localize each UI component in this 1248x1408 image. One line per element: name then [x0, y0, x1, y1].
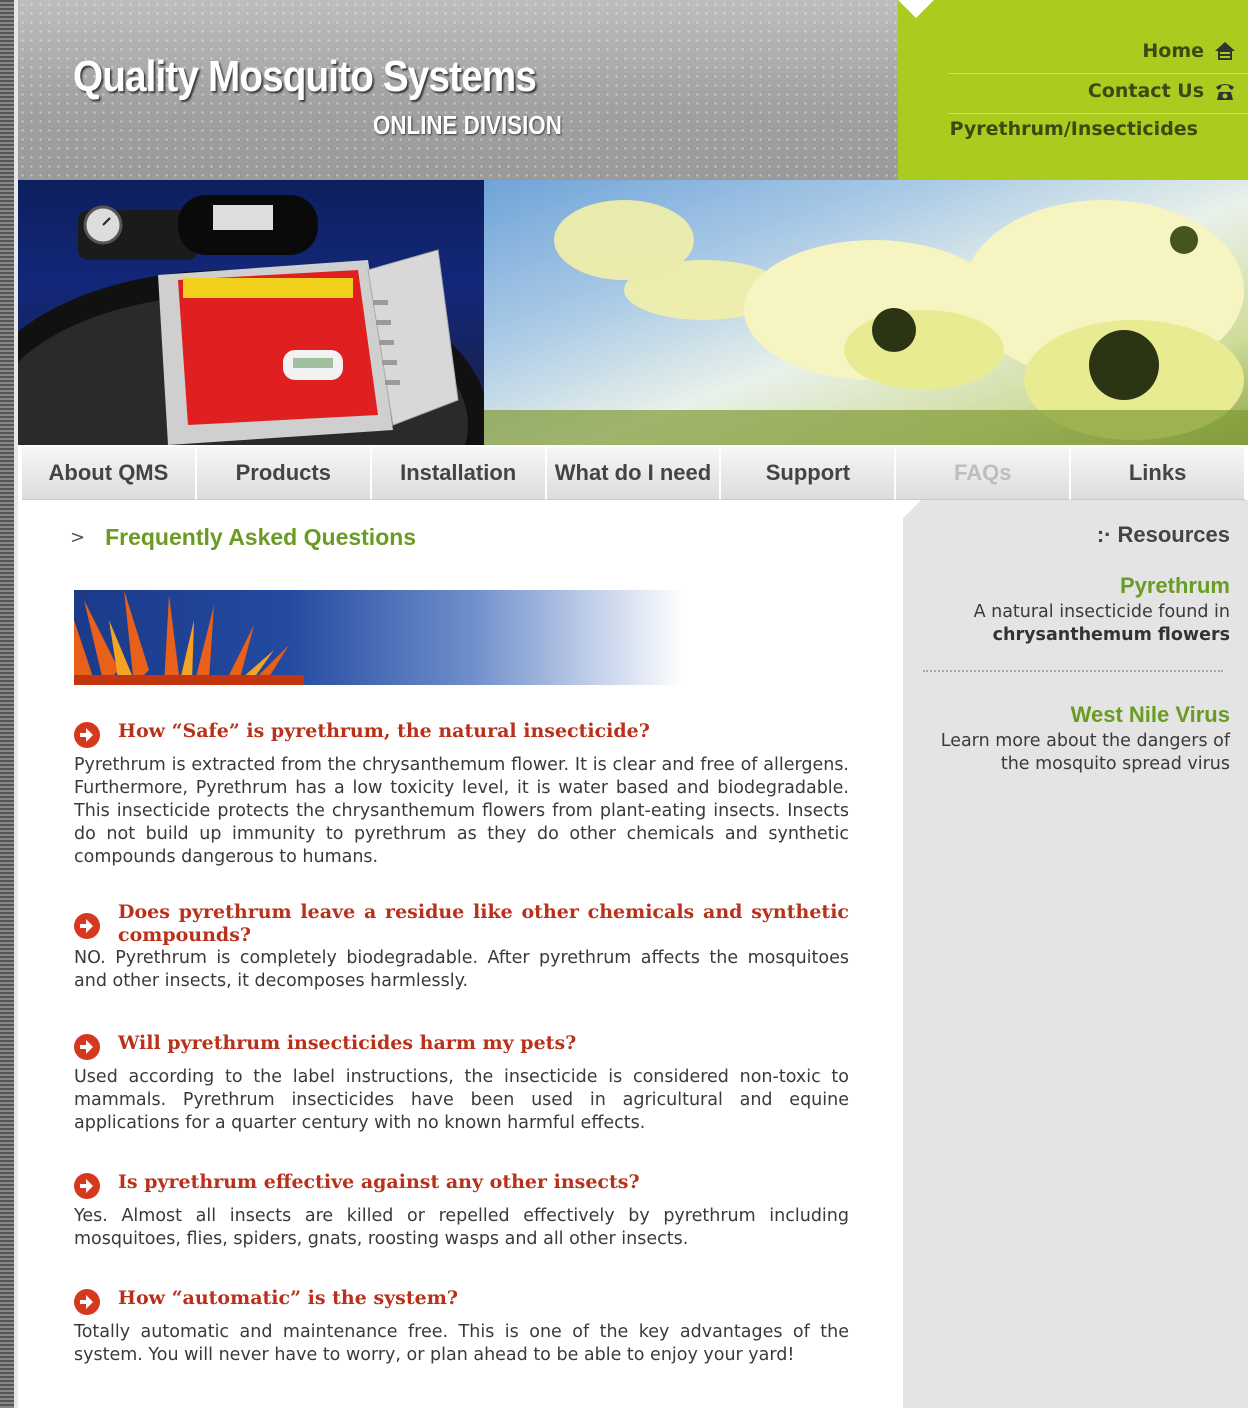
faq-question-text: Is pyrethrum effective against any other…	[118, 1171, 640, 1193]
link-divider	[948, 113, 1248, 114]
faq-question: How “automatic” is the system?	[74, 1287, 849, 1315]
faq-answer: Totally automatic and maintenance free. …	[74, 1322, 849, 1365]
arrow-circle-icon	[74, 1289, 100, 1315]
resource-divider	[923, 670, 1223, 672]
faq-answer: Pyrethrum is extracted from the chrysant…	[74, 755, 849, 867]
nav-about-qms[interactable]: About QMS	[22, 447, 197, 500]
contact-link-label: Contact Us	[1087, 80, 1204, 102]
faq-answer: Used according to the label instructions…	[74, 1067, 849, 1133]
nav-products[interactable]: Products	[196, 447, 372, 500]
mosquito-pro-unit-image	[18, 180, 484, 445]
arrow-circle-icon	[74, 1173, 100, 1199]
chrysanthemum-flowers-image	[484, 180, 1248, 445]
faq-question: Is pyrethrum effective against any other…	[74, 1171, 849, 1199]
faq-question: Does pyrethrum leave a residue like othe…	[74, 901, 849, 947]
faq-question: How “Safe” is pyrethrum, the natural ins…	[74, 720, 849, 748]
current-page-label: Pyrethrum/Insecticides	[949, 118, 1198, 140]
main-navigation: About QMS Products Installation What do …	[22, 447, 1247, 500]
bullet-dots-icon: :·	[1096, 522, 1112, 547]
site-header: Quality Mosquito Systems ONLINE DIVISION…	[18, 0, 1248, 180]
faq-item: How “Safe” is pyrethrum, the natural ins…	[74, 720, 849, 869]
resource-link-pyrethrum[interactable]: Pyrethrum	[1120, 573, 1230, 599]
section-heading: > Frequently Asked Questions	[70, 524, 416, 551]
main-content: > Frequently Asked Questions How “Safe” …	[18, 500, 903, 1408]
nav-what-do-i-need[interactable]: What do I need	[546, 447, 722, 500]
nav-links[interactable]: Links	[1071, 447, 1247, 500]
resources-heading-label: Resources	[1117, 522, 1230, 547]
faq-item: Does pyrethrum leave a residue like othe…	[74, 901, 849, 993]
resource-description-bold: chrysanthemum flowers	[992, 625, 1230, 645]
nav-installation[interactable]: Installation	[371, 447, 547, 500]
arrow-circle-icon	[74, 913, 100, 939]
home-icon	[1215, 42, 1235, 60]
resource-description: Learn more about the dangers of the mosq…	[940, 731, 1230, 774]
chevron-right-icon: >	[70, 527, 86, 548]
page-title: Frequently Asked Questions	[105, 524, 417, 550]
site-logo-subtitle: ONLINE DIVISION	[373, 110, 562, 140]
site-logo-title[interactable]: Quality Mosquito Systems	[73, 52, 537, 102]
nav-faqs[interactable]: FAQs	[896, 447, 1072, 500]
resource-description-text: A natural insecticide found in	[973, 602, 1230, 622]
arrow-circle-icon	[74, 722, 100, 748]
faq-answer: NO. Pyrethrum is completely biodegradabl…	[74, 948, 849, 991]
faq-answer: Yes. Almost all insects are killed or re…	[74, 1206, 849, 1249]
faq-question-text: Does pyrethrum leave a residue like othe…	[118, 901, 849, 946]
faq-item: Is pyrethrum effective against any other…	[74, 1171, 849, 1251]
faq-question-text: How “automatic” is the system?	[118, 1287, 458, 1309]
hero-banner	[18, 180, 1248, 445]
nav-support[interactable]: Support	[721, 447, 897, 500]
home-link-label: Home	[1142, 40, 1204, 62]
resource-link-west-nile-virus[interactable]: West Nile Virus	[1071, 702, 1230, 728]
flower-header-image	[74, 590, 684, 685]
resource-description: A natural insecticide found in chrysanth…	[930, 601, 1230, 647]
faq-item: Will pyrethrum insecticides harm my pets…	[74, 1032, 849, 1135]
header-logo-area: Quality Mosquito Systems ONLINE DIVISION	[18, 0, 898, 180]
page-left-border	[0, 0, 18, 1408]
arrow-circle-icon	[74, 1034, 100, 1060]
home-link[interactable]: Home	[1142, 40, 1236, 62]
faq-question-text: How “Safe” is pyrethrum, the natural ins…	[118, 720, 650, 742]
telephone-icon	[1216, 84, 1234, 100]
resources-heading: :· Resources	[1097, 522, 1230, 548]
resources-sidebar: :· Resources Pyrethrum A natural insectic…	[903, 500, 1248, 1408]
link-divider	[948, 73, 1248, 74]
faq-question-text: Will pyrethrum insecticides harm my pets…	[118, 1032, 577, 1054]
contact-us-link[interactable]: Contact Us	[1088, 80, 1236, 102]
faq-question: Will pyrethrum insecticides harm my pets…	[74, 1032, 849, 1060]
header-links-panel: Home Contact Us Pyrethrum/Insecticides	[898, 0, 1248, 180]
faq-item: How “automatic” is the system? Totally a…	[74, 1287, 849, 1367]
pyrethrum-insecticides-link[interactable]: Pyrethrum/Insecticides	[950, 118, 1198, 140]
